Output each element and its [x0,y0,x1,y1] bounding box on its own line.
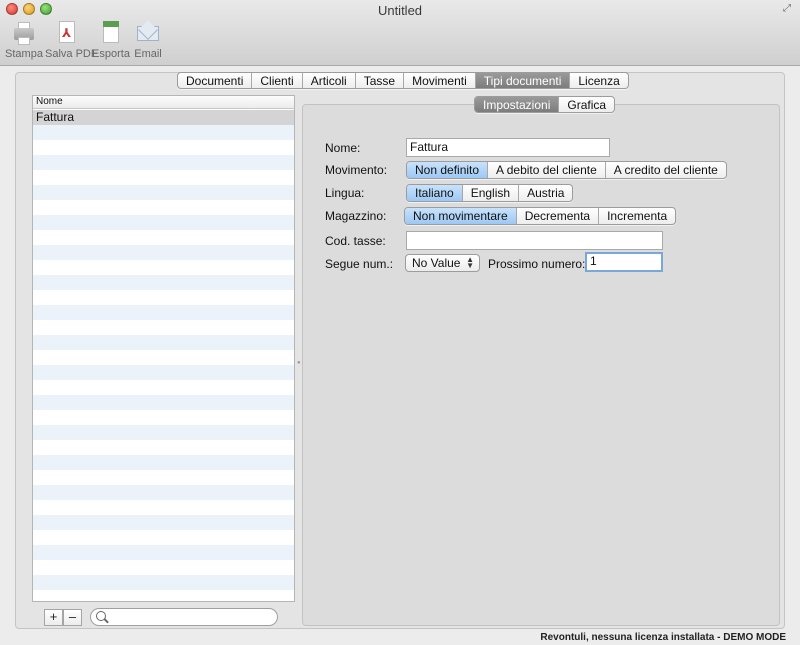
export-icon [100,20,122,46]
tab-movimenti[interactable]: Movimenti [404,73,476,88]
segue-num-label: Segue num.: [325,257,394,271]
lingua-label: Lingua: [325,186,365,200]
list-header-nome[interactable]: Nome [33,96,294,109]
search-icon [96,611,106,621]
updown-arrows-icon: ▲ ▼ [466,255,474,270]
prossimo-numero-label: Prossimo numero: [488,257,586,271]
magazzino-non-movimentare[interactable]: Non movimentare [405,208,517,224]
toolbar-save-pdf-button[interactable]: ⅄ Salva PDF [45,20,98,60]
magazzino-segmented: Non movimentare Decrementa Incrementa [404,207,677,225]
tab-impostazioni[interactable]: Impostazioni [475,97,560,112]
movimento-non-definito[interactable]: Non definito [407,162,489,178]
lingua-english[interactable]: English [463,185,520,201]
toolbar-email-button[interactable]: Email [127,20,169,60]
toolbar-save-pdf-label: Salva PDF [45,48,98,60]
nome-label: Nome: [325,141,361,155]
toolbar-email-label: Email [134,48,162,60]
fullscreen-icon[interactable]: ⤢ [783,3,794,14]
title-bar: Untitled ⤢ Stampa ⅄ Salva PDF Esporta Em… [0,0,800,66]
cod-tasse-field[interactable] [406,231,663,250]
tab-licenza[interactable]: Licenza [570,73,627,88]
tab-tasse[interactable]: Tasse [356,73,405,88]
pdf-icon: ⅄ [56,20,78,46]
sub-tabs: Impostazioni Grafica [474,96,616,113]
main-tabs: Documenti Clienti Articoli Tasse Movimen… [177,72,629,89]
segue-num-popup[interactable]: No Value ▲ ▼ [405,254,480,272]
nome-field[interactable]: Fattura [406,138,610,157]
magazzino-decrementa[interactable]: Decrementa [517,208,600,224]
search-field[interactable] [90,608,278,626]
movimento-segmented: Non definito A debito del cliente A cred… [406,161,727,179]
list-rows: Fattura [33,110,294,601]
toolbar-print-button[interactable]: Stampa [1,20,47,60]
tab-tipi-documenti[interactable]: Tipi documenti [475,73,571,88]
document-types-list: Nome Fattura [32,95,295,602]
printer-icon [13,20,35,46]
segue-num-value: No Value [412,256,461,270]
toolbar-print-label: Stampa [5,48,43,60]
tab-grafica[interactable]: Grafica [559,97,614,112]
list-item[interactable]: Fattura [33,110,294,125]
email-icon [137,20,159,46]
split-view-handle[interactable]: ● [297,360,301,366]
settings-panel [302,104,780,626]
tab-documenti[interactable]: Documenti [178,73,253,88]
movimento-label: Movimento: [325,163,388,177]
movimento-a-credito[interactable]: A credito del cliente [606,162,726,178]
lingua-segmented: Italiano English Austria [406,184,574,202]
magazzino-incrementa[interactable]: Incrementa [599,208,675,224]
prossimo-numero-field[interactable]: 1 [585,252,663,272]
lingua-italiano[interactable]: Italiano [407,185,463,201]
lingua-austria[interactable]: Austria [519,185,572,201]
cod-tasse-label: Cod. tasse: [325,234,386,248]
magazzino-label: Magazzino: [325,209,387,223]
movimento-a-debito[interactable]: A debito del cliente [488,162,606,178]
remove-item-button[interactable]: – [63,609,82,626]
window-title: Untitled [377,3,423,18]
tab-articoli[interactable]: Articoli [303,73,356,88]
add-item-button[interactable]: + [44,609,63,626]
status-bar-text: Revontuli, nessuna licenza installata - … [540,632,786,643]
tab-clienti[interactable]: Clienti [252,73,303,88]
